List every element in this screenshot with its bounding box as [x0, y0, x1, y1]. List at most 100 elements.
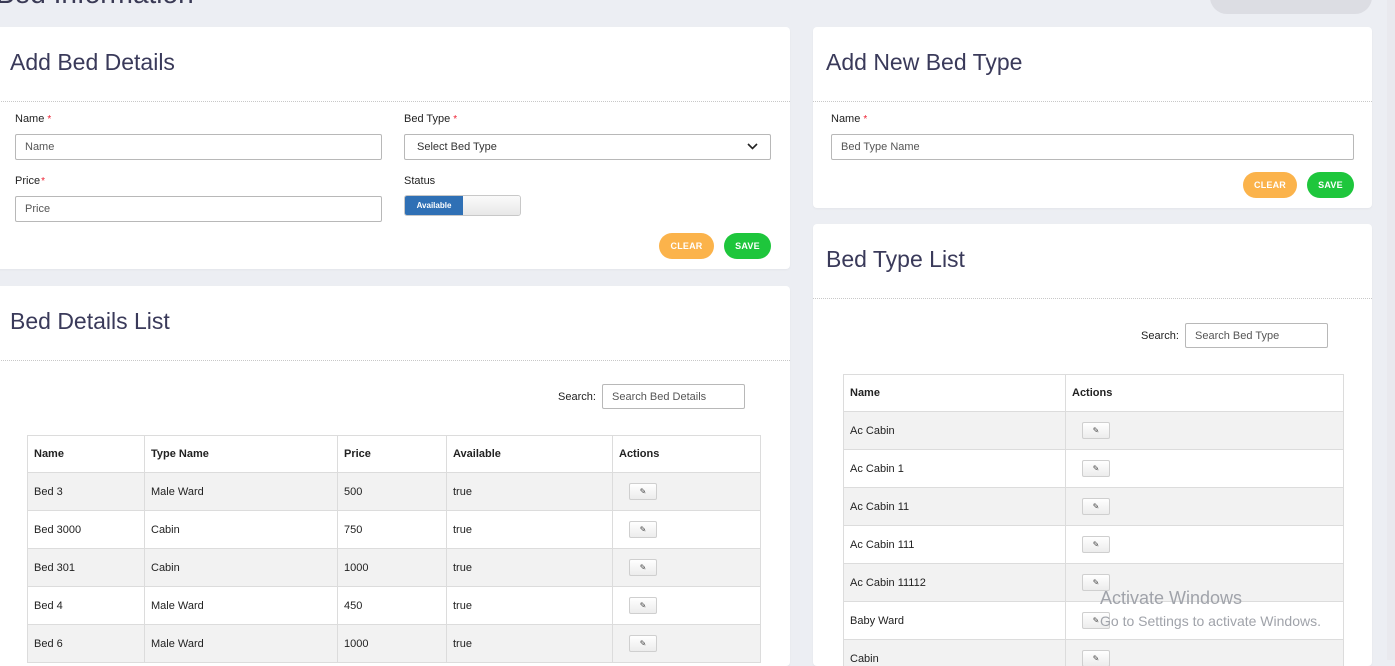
price-label: Price*	[15, 175, 45, 187]
column-header-type-name[interactable]: Type Name	[145, 436, 338, 473]
edit-button[interactable]: ✎	[1082, 422, 1110, 439]
column-header-name[interactable]: Name	[28, 436, 145, 473]
add-bed-type-card: Add New Bed Type Name* CLEAR SAVE	[813, 27, 1372, 208]
edit-icon: ✎	[640, 563, 647, 572]
cell-available: true	[447, 625, 613, 663]
bed-type-search-input[interactable]	[1185, 323, 1328, 348]
column-header-name[interactable]: Name	[844, 375, 1066, 412]
edit-button[interactable]: ✎	[1082, 650, 1110, 666]
cell-type-name: Male Ward	[145, 625, 338, 663]
name-label: Name*	[15, 113, 51, 125]
clear-button[interactable]: CLEAR	[1243, 172, 1297, 198]
bed-type-name-label: Name*	[831, 113, 867, 125]
edit-icon: ✎	[640, 525, 647, 534]
cell-actions: ✎	[1066, 412, 1344, 450]
cell-available: true	[447, 511, 613, 549]
cell-type-name: Cabin	[145, 511, 338, 549]
bed-type-name-input[interactable]	[831, 134, 1354, 160]
cell-type-name: Cabin	[145, 549, 338, 587]
edit-icon: ✎	[1093, 654, 1100, 663]
edit-button[interactable]: ✎	[629, 483, 657, 500]
edit-icon: ✎	[1093, 540, 1100, 549]
cell-available: true	[447, 473, 613, 511]
edit-icon: ✎	[1093, 616, 1100, 625]
table-row: Ac Cabin 11 ✎	[844, 488, 1344, 526]
column-header-available[interactable]: Available	[447, 436, 613, 473]
name-label-text: Name	[15, 113, 44, 125]
cell-actions: ✎	[613, 587, 761, 625]
column-header-actions: Actions	[1066, 375, 1344, 412]
edit-button[interactable]: ✎	[629, 521, 657, 538]
bed-type-list-title: Bed Type List	[826, 246, 1362, 273]
edit-icon: ✎	[640, 639, 647, 648]
edit-button[interactable]: ✎	[1082, 536, 1110, 553]
page-title: Bed Information	[0, 0, 194, 10]
cell-actions: ✎	[613, 511, 761, 549]
cell-type-name: Male Ward	[145, 473, 338, 511]
cell-name: Ac Cabin 11112	[844, 564, 1066, 602]
status-toggle[interactable]: Available	[404, 195, 521, 216]
table-row: Bed 6 Male Ward 1000 true ✎	[28, 625, 761, 663]
edit-button[interactable]: ✎	[1082, 498, 1110, 515]
cell-price: 750	[338, 511, 447, 549]
edit-icon: ✎	[1093, 578, 1100, 587]
table-row: Ac Cabin ✎	[844, 412, 1344, 450]
cell-price: 1000	[338, 625, 447, 663]
cell-name: Bed 4	[28, 587, 145, 625]
bed-details-table: Name Type Name Price Available Actions B…	[27, 435, 761, 663]
bed-list-search-input[interactable]	[602, 384, 745, 409]
cell-name: Bed 301	[28, 549, 145, 587]
clear-button[interactable]: CLEAR	[659, 233, 714, 259]
activate-windows-title: Activate Windows	[1100, 588, 1242, 609]
cell-available: true	[447, 549, 613, 587]
required-mark: *	[47, 114, 51, 125]
bed-type-name-label-text: Name	[831, 113, 860, 125]
cell-name: Ac Cabin 11	[844, 488, 1066, 526]
edit-icon: ✎	[1093, 502, 1100, 511]
edit-button[interactable]: ✎	[629, 597, 657, 614]
price-input[interactable]	[15, 196, 382, 222]
bed-type-label-text: Bed Type	[404, 113, 450, 125]
table-row: Bed 4 Male Ward 450 true ✎	[28, 587, 761, 625]
table-row: Ac Cabin 111 ✎	[844, 526, 1344, 564]
add-bed-header: Add Bed Details	[0, 27, 790, 102]
cell-name: Ac Cabin 1	[844, 450, 1066, 488]
table-row: Ac Cabin 1 ✎	[844, 450, 1344, 488]
cell-price: 450	[338, 587, 447, 625]
required-mark: *	[863, 114, 867, 125]
cell-actions: ✎	[613, 625, 761, 663]
cell-actions: ✎	[1066, 488, 1344, 526]
bed-type-label: Bed Type*	[404, 113, 457, 125]
cell-actions: ✎	[613, 473, 761, 511]
column-header-price[interactable]: Price	[338, 436, 447, 473]
cell-type-name: Male Ward	[145, 587, 338, 625]
bed-list-title: Bed Details List	[10, 308, 780, 335]
edit-button[interactable]: ✎	[629, 559, 657, 576]
cell-name: Bed 6	[28, 625, 145, 663]
add-bed-type-header: Add New Bed Type	[813, 27, 1372, 102]
add-bed-title: Add Bed Details	[10, 49, 780, 76]
page-scrollbar[interactable]	[1387, 0, 1395, 660]
status-toggle-on: Available	[405, 196, 463, 215]
name-input[interactable]	[15, 134, 382, 160]
table-row: Bed 3000 Cabin 750 true ✎	[28, 511, 761, 549]
add-bed-card: Add Bed Details Name* Bed Type* Select B…	[0, 27, 790, 269]
edit-icon: ✎	[640, 487, 647, 496]
edit-button[interactable]: ✎	[1082, 460, 1110, 477]
activate-windows-subtitle: Go to Settings to activate Windows.	[1100, 613, 1321, 629]
save-button[interactable]: SAVE	[724, 233, 771, 259]
save-button[interactable]: SAVE	[1307, 172, 1354, 198]
table-row: Bed 301 Cabin 1000 true ✎	[28, 549, 761, 587]
top-pill-button[interactable]	[1210, 0, 1372, 14]
bed-list-header: Bed Details List	[0, 286, 790, 361]
required-mark: *	[41, 176, 45, 187]
table-header-row: Name Actions	[844, 375, 1344, 412]
bed-list-search-label: Search:	[558, 391, 596, 403]
status-toggle-off	[463, 196, 520, 215]
edit-button[interactable]: ✎	[629, 635, 657, 652]
add-bed-type-title: Add New Bed Type	[826, 49, 1362, 76]
cell-actions: ✎	[613, 549, 761, 587]
cell-available: true	[447, 587, 613, 625]
table-row: Cabin ✎	[844, 640, 1344, 666]
bed-type-select[interactable]: Select Bed Type	[404, 134, 771, 160]
